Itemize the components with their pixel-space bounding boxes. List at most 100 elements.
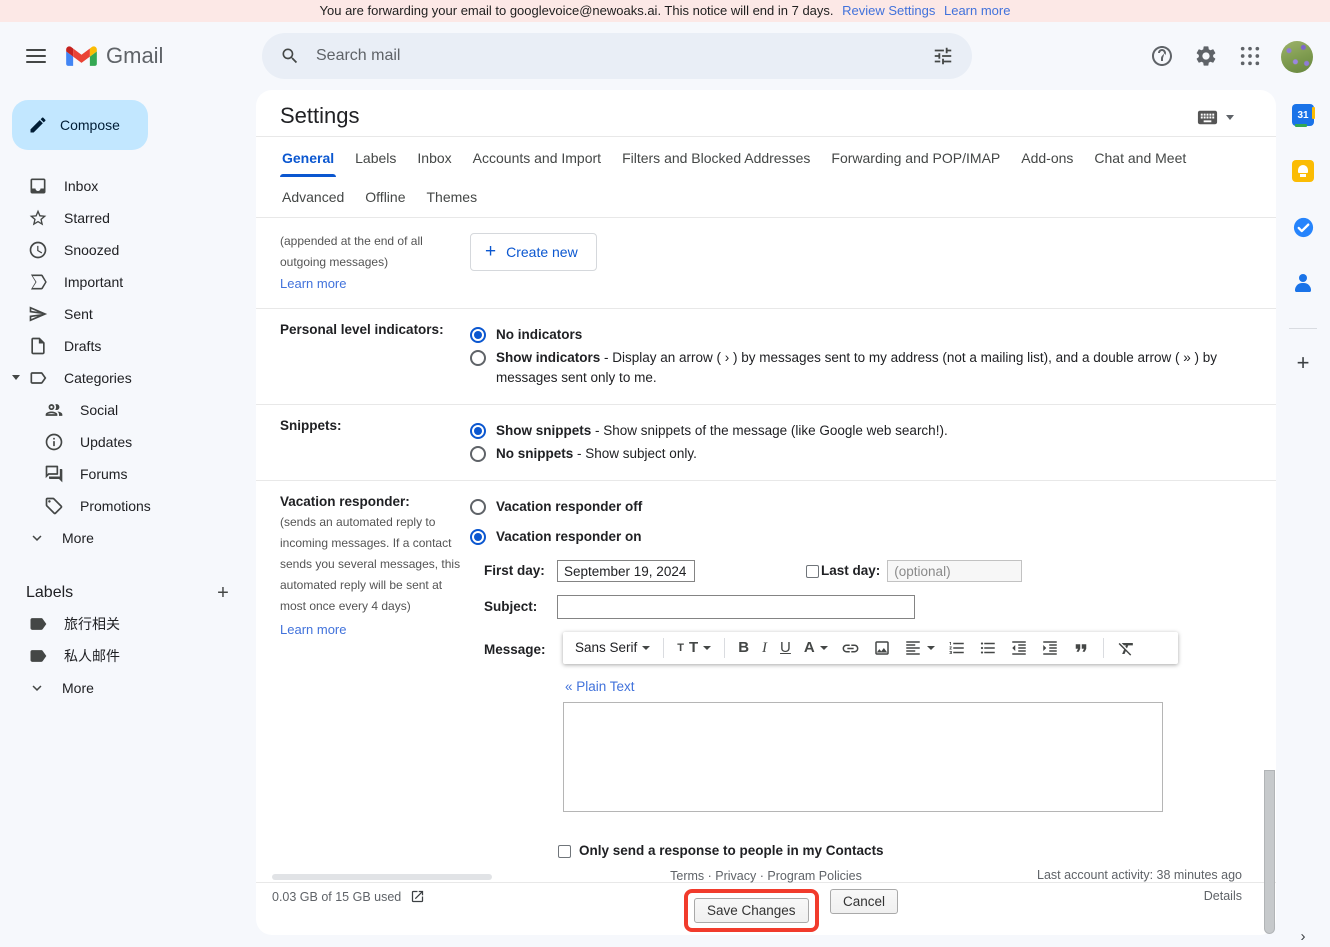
radio-unselected-icon[interactable] (470, 350, 486, 366)
label-filled-icon (28, 614, 48, 634)
tab-general[interactable]: General (280, 139, 336, 177)
input-tools-control[interactable] (1196, 106, 1234, 129)
snippets-label-col: Snippets: (280, 418, 470, 467)
bulleted-list-button[interactable] (979, 639, 997, 657)
sidebar-item-social[interactable]: Social (0, 394, 256, 426)
search-options-icon[interactable] (932, 45, 954, 67)
keep-icon[interactable] (1276, 160, 1330, 182)
details-link[interactable]: Details (1204, 889, 1242, 903)
help-icon[interactable] (1149, 43, 1175, 69)
sidebar-item-more[interactable]: More (0, 522, 256, 554)
tab-accounts-import[interactable]: Accounts and Import (471, 139, 603, 177)
review-settings-link[interactable]: Review Settings (842, 3, 935, 18)
settings-gear-icon[interactable] (1193, 43, 1219, 69)
plain-text-link[interactable]: « Plain Text (565, 679, 635, 694)
show-indicators-option[interactable]: Show indicators - Display an arrow ( › )… (470, 348, 1252, 388)
show-snippets-option[interactable]: Show snippets - Show snippets of the mes… (470, 421, 1252, 441)
learn-more-link[interactable]: Learn more (944, 3, 1010, 18)
radio-selected-icon[interactable] (470, 327, 486, 343)
first-day-input[interactable] (557, 560, 695, 582)
calendar-icon[interactable]: 31 (1276, 104, 1330, 126)
sidebar-item-sent[interactable]: Sent (0, 298, 256, 330)
google-apps-icon[interactable] (1237, 43, 1263, 69)
sidebar-item-updates[interactable]: Updates (0, 426, 256, 458)
tab-offline[interactable]: Offline (363, 177, 407, 217)
sidebar-label-travel[interactable]: 旅行相关 (0, 608, 256, 640)
no-indicators-option[interactable]: No indicators (470, 325, 1252, 345)
vacation-on-option[interactable]: Vacation responder on (470, 527, 1252, 547)
caret-down-icon[interactable] (1226, 115, 1234, 120)
search-bar[interactable] (262, 33, 972, 79)
hide-panel-chevron-icon[interactable]: › (1276, 928, 1330, 945)
signature-learn-more-link[interactable]: Learn more (280, 276, 346, 291)
sidebar-item-snoozed[interactable]: Snoozed (0, 234, 256, 266)
no-snippets-option[interactable]: No snippets - Show subject only. (470, 444, 1252, 464)
vacation-message-textarea[interactable] (563, 702, 1163, 812)
sidebar-item-drafts[interactable]: Drafts (0, 330, 256, 362)
sidebar-item-label: Inbox (64, 178, 98, 194)
open-in-new-icon[interactable] (410, 889, 425, 904)
tab-labels[interactable]: Labels (353, 139, 398, 177)
search-icon[interactable] (280, 46, 300, 66)
italic-button[interactable]: I (762, 638, 767, 658)
option-name: Vacation responder on (496, 529, 642, 544)
main-menu-icon[interactable] (22, 42, 50, 70)
last-day-checkbox[interactable] (806, 565, 819, 578)
quote-button[interactable] (1072, 639, 1090, 657)
keyboard-icon[interactable] (1196, 106, 1219, 129)
sidebar-item-promotions[interactable]: Promotions (0, 490, 256, 522)
terms-link[interactable]: Terms (670, 869, 704, 883)
sidebar-label-personal[interactable]: 私人邮件 (0, 640, 256, 672)
vacation-learn-more-link[interactable]: Learn more (280, 622, 346, 637)
sidebar-item-forums[interactable]: Forums (0, 458, 256, 490)
add-label-icon[interactable]: + (212, 582, 234, 604)
align-button[interactable] (904, 639, 935, 657)
contacts-icon[interactable] (1276, 272, 1330, 294)
indent-decrease-button[interactable] (1010, 639, 1028, 657)
insert-image-button[interactable] (873, 639, 891, 657)
create-new-signature-button[interactable]: + Create new (470, 233, 597, 271)
insert-link-button[interactable] (841, 639, 860, 658)
tasks-icon[interactable] (1276, 216, 1330, 239)
last-day-input[interactable] (887, 560, 1022, 582)
sidebar-item-inbox[interactable]: Inbox (0, 170, 256, 202)
remove-formatting-button[interactable] (1117, 639, 1136, 658)
radio-unselected-icon[interactable] (470, 446, 486, 462)
sidebar-item-categories[interactable]: Categories (0, 362, 256, 394)
indent-increase-button[interactable] (1041, 639, 1059, 657)
vacation-off-option[interactable]: Vacation responder off (470, 497, 1252, 517)
font-size-button[interactable]: TT (677, 638, 711, 658)
numbered-list-button[interactable] (948, 639, 966, 657)
tab-chat-meet[interactable]: Chat and Meet (1092, 139, 1188, 177)
star-icon (28, 208, 48, 228)
compose-button[interactable]: Compose (12, 100, 148, 150)
sidebar-labels-more[interactable]: More (0, 672, 256, 704)
tab-advanced[interactable]: Advanced (280, 177, 346, 217)
bold-button[interactable]: B (738, 638, 749, 658)
tab-addons[interactable]: Add-ons (1019, 139, 1075, 177)
account-avatar[interactable] (1281, 41, 1313, 73)
tab-inbox[interactable]: Inbox (415, 139, 453, 177)
vertical-scrollbar[interactable] (1264, 770, 1275, 934)
tab-forwarding[interactable]: Forwarding and POP/IMAP (829, 139, 1002, 177)
tab-filters[interactable]: Filters and Blocked Addresses (620, 139, 812, 177)
get-addons-icon[interactable]: + (1276, 350, 1330, 376)
sidebar-item-starred[interactable]: Starred (0, 202, 256, 234)
font-family-select[interactable]: Sans Serif (575, 638, 650, 658)
program-policies-link[interactable]: Program Policies (767, 869, 861, 883)
sidebar-item-important[interactable]: Important (0, 266, 256, 298)
text-color-button[interactable]: A (804, 638, 828, 658)
underline-button[interactable]: U (780, 638, 791, 658)
search-input[interactable] (314, 46, 932, 66)
privacy-link[interactable]: Privacy (715, 869, 756, 883)
settings-tabs: General Labels Inbox Accounts and Import… (256, 137, 1276, 218)
tab-themes[interactable]: Themes (425, 177, 480, 217)
radio-unselected-icon[interactable] (470, 499, 486, 515)
chat-icon (44, 464, 64, 484)
radio-selected-icon[interactable] (470, 529, 486, 545)
section-signature: (appended at the end of all outgoing mes… (256, 218, 1276, 309)
vacation-form: First day: Last day: Subject: Message: (470, 560, 1252, 861)
radio-selected-icon[interactable] (470, 423, 486, 439)
expander-caret-icon[interactable] (12, 375, 20, 380)
subject-input[interactable] (557, 595, 915, 619)
